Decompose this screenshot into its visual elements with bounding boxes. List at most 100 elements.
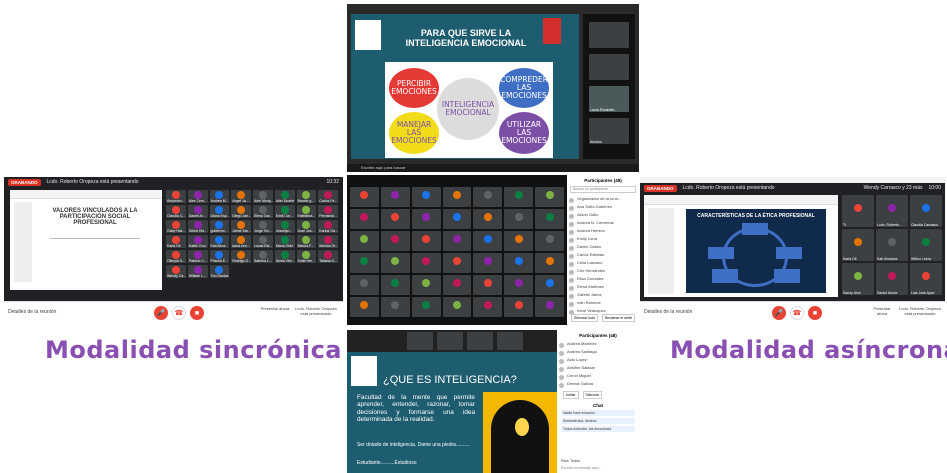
participant-tile[interactable] (411, 275, 441, 295)
list-item[interactable]: Ceron Miguel (557, 373, 639, 381)
participant-tile[interactable] (350, 209, 379, 229)
participant-tile[interactable] (442, 231, 472, 251)
list-item[interactable]: Emily Luna (567, 236, 639, 244)
list-item[interactable]: Ana Sofía Gutiérrez (567, 204, 639, 212)
participant-tile[interactable]: Rodrigo G... (231, 250, 251, 263)
hangup-icon[interactable]: ☎ (172, 306, 186, 320)
participant-tile[interactable]: laura cen... (231, 235, 251, 248)
participant-tile[interactable] (350, 275, 379, 295)
participant-tile[interactable] (473, 253, 503, 273)
participant-tile[interactable]: Diana Esp... (209, 205, 230, 218)
mic-off-icon[interactable]: 🎤 (772, 306, 786, 320)
mic-off-icon[interactable]: 🎤 (154, 306, 168, 320)
participant-tile[interactable]: Lucas Ela... (253, 235, 273, 248)
participant-tile[interactable] (535, 297, 564, 317)
participant-tile[interactable] (380, 231, 410, 251)
participant-tile[interactable] (411, 231, 441, 251)
participant-tile[interactable] (535, 209, 564, 229)
participant-tile[interactable]: Kati Alma... (209, 235, 230, 248)
participant-tile[interactable]: Sonia Vier... (274, 250, 295, 263)
present-now-button[interactable]: Presentar ahora (260, 306, 290, 311)
participant-tile[interactable]: Carlos Fe... (318, 190, 338, 203)
list-item[interactable]: Gabriel Jaime (567, 292, 639, 300)
list-item[interactable]: Celia Lazcano (567, 260, 639, 268)
participant-tile[interactable]: Wendy Ca... (166, 265, 186, 278)
chat-to[interactable]: Para: Todos (561, 459, 580, 463)
participant-tile[interactable]: Ariel Duarte (274, 190, 295, 203)
participant-tile[interactable]: Yuri Santos (209, 265, 230, 278)
list-item[interactable]: Andrea Herrera (567, 228, 639, 236)
participant-tile[interactable]: Priscila E... (209, 250, 230, 263)
participant-tile[interactable] (442, 187, 472, 207)
participant-tile[interactable]: Alejandro... (166, 190, 186, 203)
participant-tile[interactable]: Sandy Alva (842, 263, 874, 295)
list-item[interactable]: Dereck Galicia (557, 381, 639, 389)
participant-tile[interactable]: Beatriz g... (296, 190, 317, 203)
participant-tile[interactable]: Kattie Cruz (187, 235, 208, 248)
participant-tile[interactable] (442, 253, 472, 273)
participant-tile[interactable] (350, 187, 379, 207)
participant-tile[interactable] (473, 275, 503, 295)
participant-tile[interactable]: William L... (187, 265, 208, 278)
participant-tile[interactable] (535, 231, 564, 251)
list-item[interactable]: Andrea Martínez (557, 341, 639, 349)
participant-tile[interactable]: Estefanía... (296, 205, 317, 218)
participant-tile[interactable] (473, 231, 503, 251)
participant-tile[interactable] (535, 187, 564, 207)
participant-tile[interactable]: Daniel Ar... (187, 205, 208, 218)
participant-tile[interactable]: Andrea M... (209, 190, 230, 203)
participant-tile[interactable]: Karina Ga... (318, 220, 338, 233)
participant-tile[interactable]: Tatiana O... (318, 250, 338, 263)
chat-input[interactable]: Escribe tu mensaje aquí... (561, 466, 601, 470)
participant-tile[interactable] (380, 297, 410, 317)
participant-tile[interactable]: Emili Car... (274, 205, 295, 218)
list-item[interactable]: Elena Martínez (567, 284, 639, 292)
participant-tile[interactable]: Sofia Her... (296, 250, 317, 263)
participant-tile[interactable] (380, 187, 410, 207)
participant-tile[interactable]: guillermo... (209, 220, 230, 233)
participant-tile[interactable]: Jaime Sar... (231, 220, 251, 233)
participant-tile[interactable] (350, 253, 379, 273)
participant-tile[interactable]: Jorge Ort... (253, 220, 273, 233)
participant-tile[interactable]: Karla Gil (166, 235, 186, 248)
participant-tile[interactable]: Kati Almanza (876, 229, 908, 261)
list-item[interactable]: Carlos Esteban (567, 252, 639, 260)
participant-tile[interactable] (411, 187, 441, 207)
participant-tile[interactable]: Sabrina L... (253, 250, 273, 263)
participant-tile[interactable]: Ariel Mong... (253, 190, 274, 203)
participant-tile[interactable] (504, 297, 534, 317)
participant-tile[interactable]: Luis José Ayon (910, 263, 942, 295)
participant-tile[interactable]: Marina F... (296, 235, 317, 248)
participant-tile[interactable]: Wilbur Lebra (910, 229, 942, 261)
invite-button[interactable]: Invitar (563, 391, 579, 399)
participant-tile[interactable]: Angel Ja... (231, 190, 251, 203)
list-item[interactable]: Aristhel Salazar (557, 365, 639, 373)
participant-tile[interactable]: Karla Gil (842, 229, 874, 261)
participant-tile[interactable]: Diego Jan... (231, 205, 251, 218)
participant-tile[interactable]: Juan Jos... (296, 220, 317, 233)
participant-tile[interactable]: Olimpia S... (166, 250, 186, 263)
participant-tile[interactable] (473, 187, 503, 207)
participant-tile[interactable] (350, 297, 379, 317)
participant-tile[interactable]: Claudia C... (166, 205, 186, 218)
participant-tile[interactable]: Gaby Hdz... (166, 220, 186, 233)
participant-tile[interactable] (380, 209, 410, 229)
participant-tile[interactable] (473, 297, 503, 317)
participant-tile[interactable]: Patricio C... (187, 250, 208, 263)
list-item[interactable]: Iván Ramírez (567, 300, 639, 308)
participant-tile[interactable] (473, 209, 503, 229)
participant-tile[interactable]: Alex Cero... (187, 190, 208, 203)
list-item[interactable]: Aldo Lopez (557, 357, 639, 365)
participant-tile[interactable] (535, 253, 564, 273)
participant-tile[interactable]: Daniel Aceve (876, 263, 908, 295)
list-item[interactable]: Organizador de la reun... (567, 196, 639, 204)
participant-tile[interactable] (442, 209, 472, 229)
participant-search[interactable]: Buscar un participante (570, 186, 636, 193)
meeting-details[interactable]: Detalles de la reunión (644, 309, 692, 315)
participant-tile[interactable] (411, 297, 441, 317)
participant-tile[interactable] (442, 275, 472, 295)
participant-tile[interactable] (380, 275, 410, 295)
participant-tile[interactable] (504, 231, 534, 251)
camera-off-icon[interactable]: ■ (808, 306, 822, 320)
participant-tile[interactable]: Elena Gar... (253, 205, 273, 218)
